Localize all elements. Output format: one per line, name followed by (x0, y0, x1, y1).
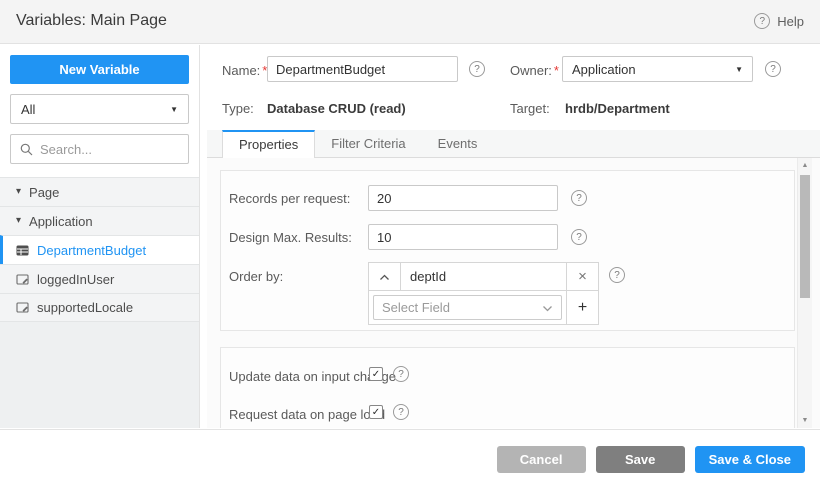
variable-search (10, 134, 189, 164)
order-by-widget: deptId × Select Field + (368, 262, 599, 325)
records-per-request-label: Records per request: (229, 191, 351, 206)
tab-filter-criteria[interactable]: Filter Criteria (315, 130, 421, 158)
search-icon (20, 143, 33, 156)
type-value: Database CRUD (read) (267, 101, 406, 116)
order-by-entry: deptId × (368, 262, 599, 291)
owner-help-icon[interactable]: ? (765, 61, 781, 77)
tree-item-label: supportedLocale (37, 300, 134, 315)
type-label: Type: (222, 101, 254, 116)
variables-dialog: Variables: Main Page ? Help New Variable… (0, 0, 820, 488)
vertical-scrollbar[interactable]: ▲ ▼ (797, 158, 812, 428)
plus-icon: + (577, 298, 588, 316)
behavior-settings-group: Update data on input change ✓ ? Request … (220, 347, 795, 428)
design-max-results-input[interactable] (368, 224, 558, 250)
records-per-request-help-icon[interactable]: ? (571, 190, 587, 206)
request-settings-group: Records per request: ? Design Max. Resul… (220, 170, 795, 331)
scroll-up-icon[interactable]: ▲ (798, 162, 812, 169)
owner-label: Owner: * (510, 63, 559, 78)
detail-tabbar: Properties Filter Criteria Events (207, 130, 820, 158)
tree-item-loggedinuser[interactable]: loggedInUser (0, 264, 199, 293)
tree-group-label: Application (29, 213, 93, 229)
static-variable-icon (16, 273, 29, 286)
order-by-add-row: Select Field + (368, 291, 599, 325)
save-and-close-button[interactable]: Save & Close (694, 445, 805, 473)
cancel-button[interactable]: Cancel (496, 445, 586, 473)
request-on-page-load-checkbox[interactable]: ✓ (369, 405, 383, 419)
owner-select[interactable]: Application ▼ (562, 56, 753, 82)
select-field-placeholder: Select Field (382, 300, 450, 315)
target-value: hrdb/Department (565, 101, 670, 116)
tree-item-label: DepartmentBudget (37, 242, 147, 258)
new-variable-button[interactable]: New Variable (10, 55, 189, 84)
request-on-page-load-label: Request data on page load (229, 407, 386, 422)
help-label: Help (777, 13, 804, 29)
tree-item-label: loggedInUser (37, 271, 115, 287)
page-title: Variables: Main Page (16, 12, 167, 29)
tab-events[interactable]: Events (422, 130, 494, 158)
variables-sidebar: New Variable All ▼ ▾ Page ▾ Application (0, 45, 200, 428)
tree-group-application[interactable]: ▾ Application (0, 206, 199, 235)
caret-down-icon: ▼ (170, 104, 178, 114)
remove-field-button[interactable]: × (566, 263, 598, 290)
sort-direction-toggle[interactable] (369, 263, 401, 290)
name-input[interactable] (267, 56, 458, 82)
check-icon: ✓ (371, 406, 381, 418)
name-help-icon[interactable]: ? (469, 61, 485, 77)
name-label: Name: * (222, 63, 268, 78)
dialog-header: Variables: Main Page ? Help (0, 0, 820, 44)
chevron-down-icon (542, 300, 553, 315)
variable-detail-panel: Name:* ? Owner:* Application ▼ ? Type: D… (207, 44, 820, 428)
search-input[interactable] (40, 141, 179, 157)
design-max-results-help-icon[interactable]: ? (571, 229, 587, 245)
chevron-up-icon (379, 269, 390, 284)
design-max-results-label: Design Max. Results: (229, 230, 352, 245)
add-field-button[interactable]: + (566, 291, 598, 324)
close-icon: × (578, 268, 587, 285)
tree-group-page[interactable]: ▾ Page (0, 177, 199, 206)
caret-down-icon: ▼ (735, 64, 743, 74)
target-label: Target: (510, 101, 550, 116)
sidebar-controls: New Variable All ▼ (0, 45, 199, 177)
select-field-dropdown[interactable]: Select Field (373, 295, 562, 320)
dialog-footer: Cancel Save Save & Close (0, 429, 820, 488)
tree-item-supportedlocale[interactable]: supportedLocale (0, 293, 199, 322)
order-by-label: Order by: (229, 269, 284, 284)
save-button[interactable]: Save (595, 445, 685, 473)
database-crud-icon (16, 244, 29, 257)
request-on-page-load-help-icon[interactable]: ? (393, 404, 409, 420)
static-variable-icon (16, 301, 29, 314)
tab-properties[interactable]: Properties (222, 130, 316, 158)
owner-value: Application (572, 61, 636, 77)
scroll-down-icon[interactable]: ▼ (798, 417, 812, 424)
help-icon: ? (754, 13, 771, 29)
scrollbar-thumb[interactable] (800, 175, 810, 298)
update-on-input-change-checkbox[interactable]: ✓ (369, 367, 383, 381)
tree-expanded-icon: ▾ (16, 215, 22, 226)
records-per-request-input[interactable] (368, 185, 558, 211)
required-asterisk: * (553, 63, 559, 78)
properties-tab-content: Records per request: ? Design Max. Resul… (207, 158, 820, 428)
check-icon: ✓ (371, 368, 381, 380)
variable-filter-value: All (21, 101, 36, 117)
tree-expanded-icon: ▾ (16, 186, 22, 197)
update-on-input-change-help-icon[interactable]: ? (393, 366, 409, 382)
variable-tree: ▾ Page ▾ Application DepartmentBudget lo… (0, 177, 199, 322)
tree-group-label: Page (29, 184, 60, 200)
variable-filter-dropdown[interactable]: All ▼ (10, 94, 189, 124)
tree-item-departmentbudget[interactable]: DepartmentBudget (0, 235, 199, 264)
order-by-help-icon[interactable]: ? (609, 267, 625, 283)
order-by-field[interactable]: deptId (401, 263, 566, 290)
help-link[interactable]: ? Help (754, 13, 804, 29)
